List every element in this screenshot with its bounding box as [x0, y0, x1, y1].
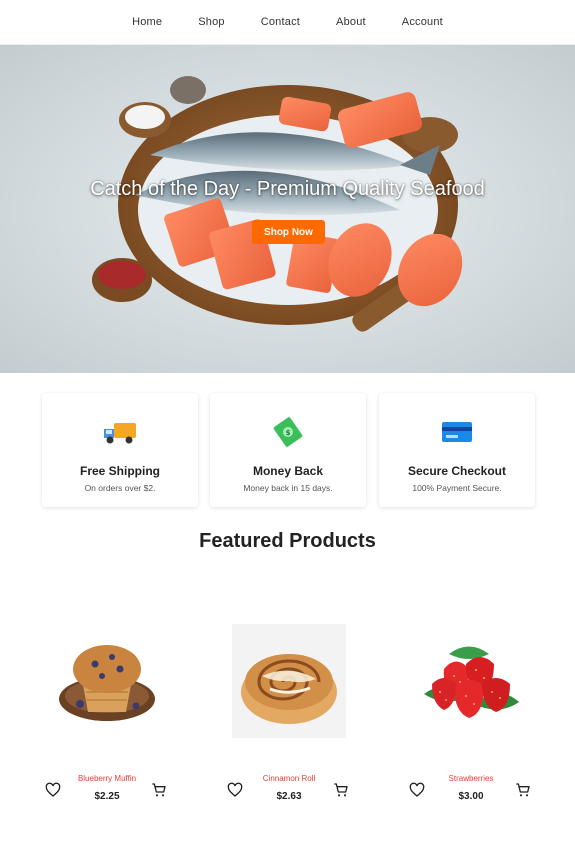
feature-card-free-shipping: Free Shipping On orders over $2.	[42, 393, 198, 507]
product-image-strawberries[interactable]	[414, 624, 528, 738]
feature-card-money-back: $ Money Back Money back in 15 days.	[210, 393, 366, 507]
nav-about-link[interactable]: About	[336, 16, 366, 28]
product-price: $3.00	[458, 791, 484, 802]
wishlist-heart-icon[interactable]	[227, 782, 243, 798]
seafood-hero-image	[92, 76, 463, 332]
hero-banner: Catch of the Day - Premium Quality Seafo…	[0, 45, 575, 373]
top-nav: Home Shop Contact About Account	[0, 0, 575, 45]
product-name[interactable]: Strawberries	[411, 774, 531, 783]
feature-subtitle: On orders over $2.	[84, 483, 156, 493]
product-price: $2.25	[94, 791, 120, 802]
wishlist-heart-icon[interactable]	[409, 782, 425, 798]
credit-card-icon	[442, 422, 472, 442]
product-name[interactable]: Cinnamon Roll	[229, 774, 349, 783]
feature-title: Money Back	[252, 464, 324, 478]
product-image-cinnamon-roll[interactable]	[232, 624, 346, 738]
wishlist-heart-icon[interactable]	[45, 782, 61, 798]
money-icon: $	[273, 417, 303, 447]
product-price: $2.63	[276, 791, 302, 802]
feature-subtitle: Money back in 15 days.	[243, 483, 333, 493]
feature-title: Free Shipping	[79, 464, 160, 478]
nav-contact-link[interactable]: Contact	[261, 16, 300, 28]
add-to-cart-icon[interactable]	[515, 782, 531, 798]
nav-home-link[interactable]: Home	[132, 16, 162, 28]
feature-title: Secure Checkout	[407, 464, 507, 478]
nav-account-link[interactable]: Account	[402, 16, 443, 28]
add-to-cart-icon[interactable]	[151, 782, 167, 798]
add-to-cart-icon[interactable]	[333, 782, 349, 798]
featured-products-title: Featured Products	[199, 530, 376, 552]
hero-title: Catch of the Day - Premium Quality Seafo…	[90, 178, 485, 200]
delivery-truck-icon	[104, 423, 136, 444]
shop-now-button[interactable]: Shop Now	[252, 220, 325, 244]
feature-subtitle: 100% Payment Secure.	[412, 483, 502, 493]
product-image-blueberry-muffin[interactable]	[50, 624, 164, 738]
svg-text:$: $	[286, 429, 291, 437]
nav-shop-link[interactable]: Shop	[198, 16, 225, 28]
feature-card-secure-checkout: Secure Checkout 100% Payment Secure.	[379, 393, 535, 507]
product-name[interactable]: Blueberry Muffin	[47, 774, 167, 783]
